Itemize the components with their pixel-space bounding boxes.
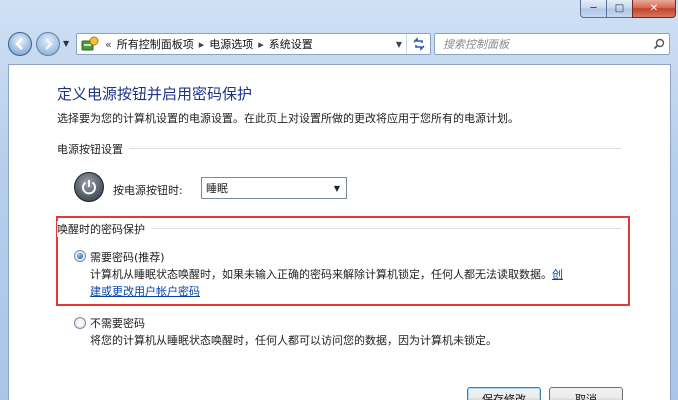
page-title: 定义电源按钮并启用密码保护 [57,85,253,103]
address-bar[interactable]: « 所有控制面板项 ▸ 电源选项 ▸ 系统设置 ▼ [76,33,431,55]
no-password-radio[interactable] [74,317,86,329]
no-password-label[interactable]: 不需要密码 [90,315,145,331]
cancel-button[interactable]: 取消 [549,387,623,400]
require-password-radio[interactable] [74,250,86,262]
radio-selected-dot [77,253,83,259]
create-password-link-line[interactable]: 建或更改用户帐户密码 [90,283,200,299]
group-divider [61,148,621,149]
close-button[interactable]: ✕ [632,0,676,18]
window-frame: ─ □ ✕ ▼ « 所有控制面板项 ▸ 电源选项 ▸ 系统设置 ▼ 搜索控制面板… [0,0,678,400]
search-placeholder[interactable]: 搜索控制面板 [443,36,649,52]
no-password-description: 将您的计算机从睡眠状态唤醒时，任何人都可以访问您的数据，因为计算机未锁定。 [90,334,497,347]
breadcrumb-power-options[interactable]: 电源选项 [209,36,253,52]
power-icon [74,172,104,202]
breadcrumb-all-items[interactable]: 所有控制面板项 [117,36,194,52]
power-button-action-value: 睡眠 [206,182,228,195]
require-password-label[interactable]: 需要密码(推荐) [90,249,165,265]
forward-button[interactable] [36,32,60,56]
content-pane: 定义电源按钮并启用密码保护 选择要为您的计算机设置的电源设置。在此页上对设置所做… [8,64,671,400]
power-button-settings-heading: 电源按钮设置 [57,141,129,157]
require-password-text: 计算机从睡眠状态唤醒时，如果未输入正确的密码来解除计算机锁定，任何人都无法读取数… [90,268,552,281]
search-box[interactable]: 搜索控制面板 [434,33,670,55]
maximize-button[interactable]: □ [606,0,632,18]
power-button-label: 按电源按钮时: [113,184,183,197]
address-dropdown[interactable]: ▼ [392,40,406,49]
caption-buttons: ─ □ ✕ [580,0,676,19]
save-changes-button[interactable]: 保存修改 [467,387,541,400]
create-password-link[interactable]: 创 [552,268,563,281]
create-password-link-continued[interactable]: 建或更改用户帐户密码 [90,285,200,298]
search-icon[interactable] [649,38,669,50]
breadcrumb-separator[interactable]: ▸ [199,38,205,51]
recent-pages-dropdown[interactable]: ▼ [63,39,69,48]
arrow-right-icon [45,38,53,50]
breadcrumb-system-settings[interactable]: 系统设置 [269,36,313,52]
refresh-icon [412,37,425,51]
navigation-bar: ▼ « 所有控制面板项 ▸ 电源选项 ▸ 系统设置 ▼ 搜索控制面板 [0,26,678,62]
breadcrumb-overflow[interactable]: « [105,38,112,51]
require-password-description: 计算机从睡眠状态唤醒时，如果未输入正确的密码来解除计算机锁定，任何人都无法读取数… [90,266,563,282]
minimize-button[interactable]: ─ [580,0,606,18]
wake-password-heading: 唤醒时的密码保护 [57,221,151,237]
back-button[interactable] [8,32,32,56]
page-description: 选择要为您的计算机设置的电源设置。在此页上对设置所做的更改将应用于您所有的电源计… [57,112,519,125]
power-button-action-select[interactable]: 睡眠 ▼ [201,177,347,199]
breadcrumb-separator[interactable]: ▸ [258,38,264,51]
chevron-down-icon: ▼ [333,183,341,193]
refresh-button[interactable] [406,34,430,54]
control-panel-icon [80,35,100,53]
arrow-left-icon [15,38,23,50]
